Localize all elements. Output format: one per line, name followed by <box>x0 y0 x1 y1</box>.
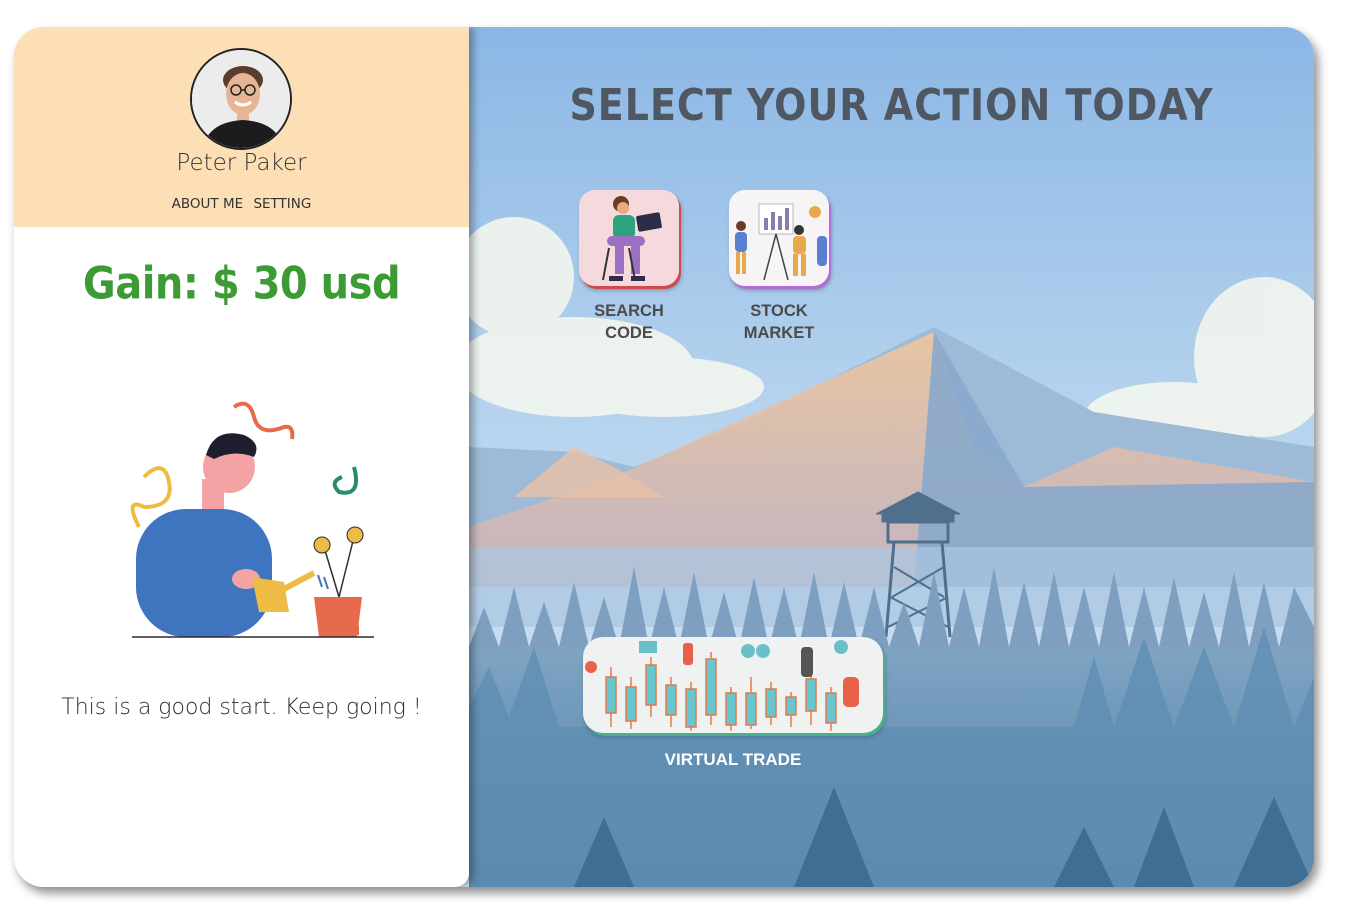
search-code-label: SEARCH CODE <box>594 302 664 342</box>
stock-market-label: STOCK MARKET <box>743 302 815 342</box>
about-me-link[interactable]: ABOUT ME <box>172 196 243 212</box>
virtual-trade-label: VIRTUAL TRADE <box>664 750 802 769</box>
search-code-tile[interactable]: SEARCH CODE <box>579 190 679 344</box>
profile-header: Peter Paker ABOUT ME SETTING <box>14 27 469 227</box>
user-name: Peter Paker <box>176 150 307 176</box>
page-title: SELECT YOUR ACTION TODAY <box>569 79 1214 131</box>
presentation-chart-icon[interactable] <box>729 190 829 286</box>
app-window: SELECT YOUR ACTION TODAY SEARCH CODE STO… <box>14 27 1314 887</box>
profile-panel: Peter Paker ABOUT ME SETTING Gain: $ 30 … <box>14 27 469 887</box>
stock-market-tile[interactable]: STOCK MARKET <box>729 190 829 344</box>
setting-link[interactable]: SETTING <box>253 196 311 212</box>
watering-plant-illustration <box>114 397 380 646</box>
virtual-trade-tile[interactable]: VIRTUAL TRADE <box>583 637 883 771</box>
person-laptop-icon[interactable] <box>579 190 679 286</box>
avatar[interactable] <box>190 48 292 150</box>
encouragement-message: This is a good start. Keep going ! <box>61 695 422 720</box>
candlestick-trading-icon[interactable] <box>583 637 883 733</box>
profile-nav: ABOUT ME SETTING <box>14 196 469 212</box>
gain-amount: Gain: $ 30 usd <box>82 258 401 310</box>
